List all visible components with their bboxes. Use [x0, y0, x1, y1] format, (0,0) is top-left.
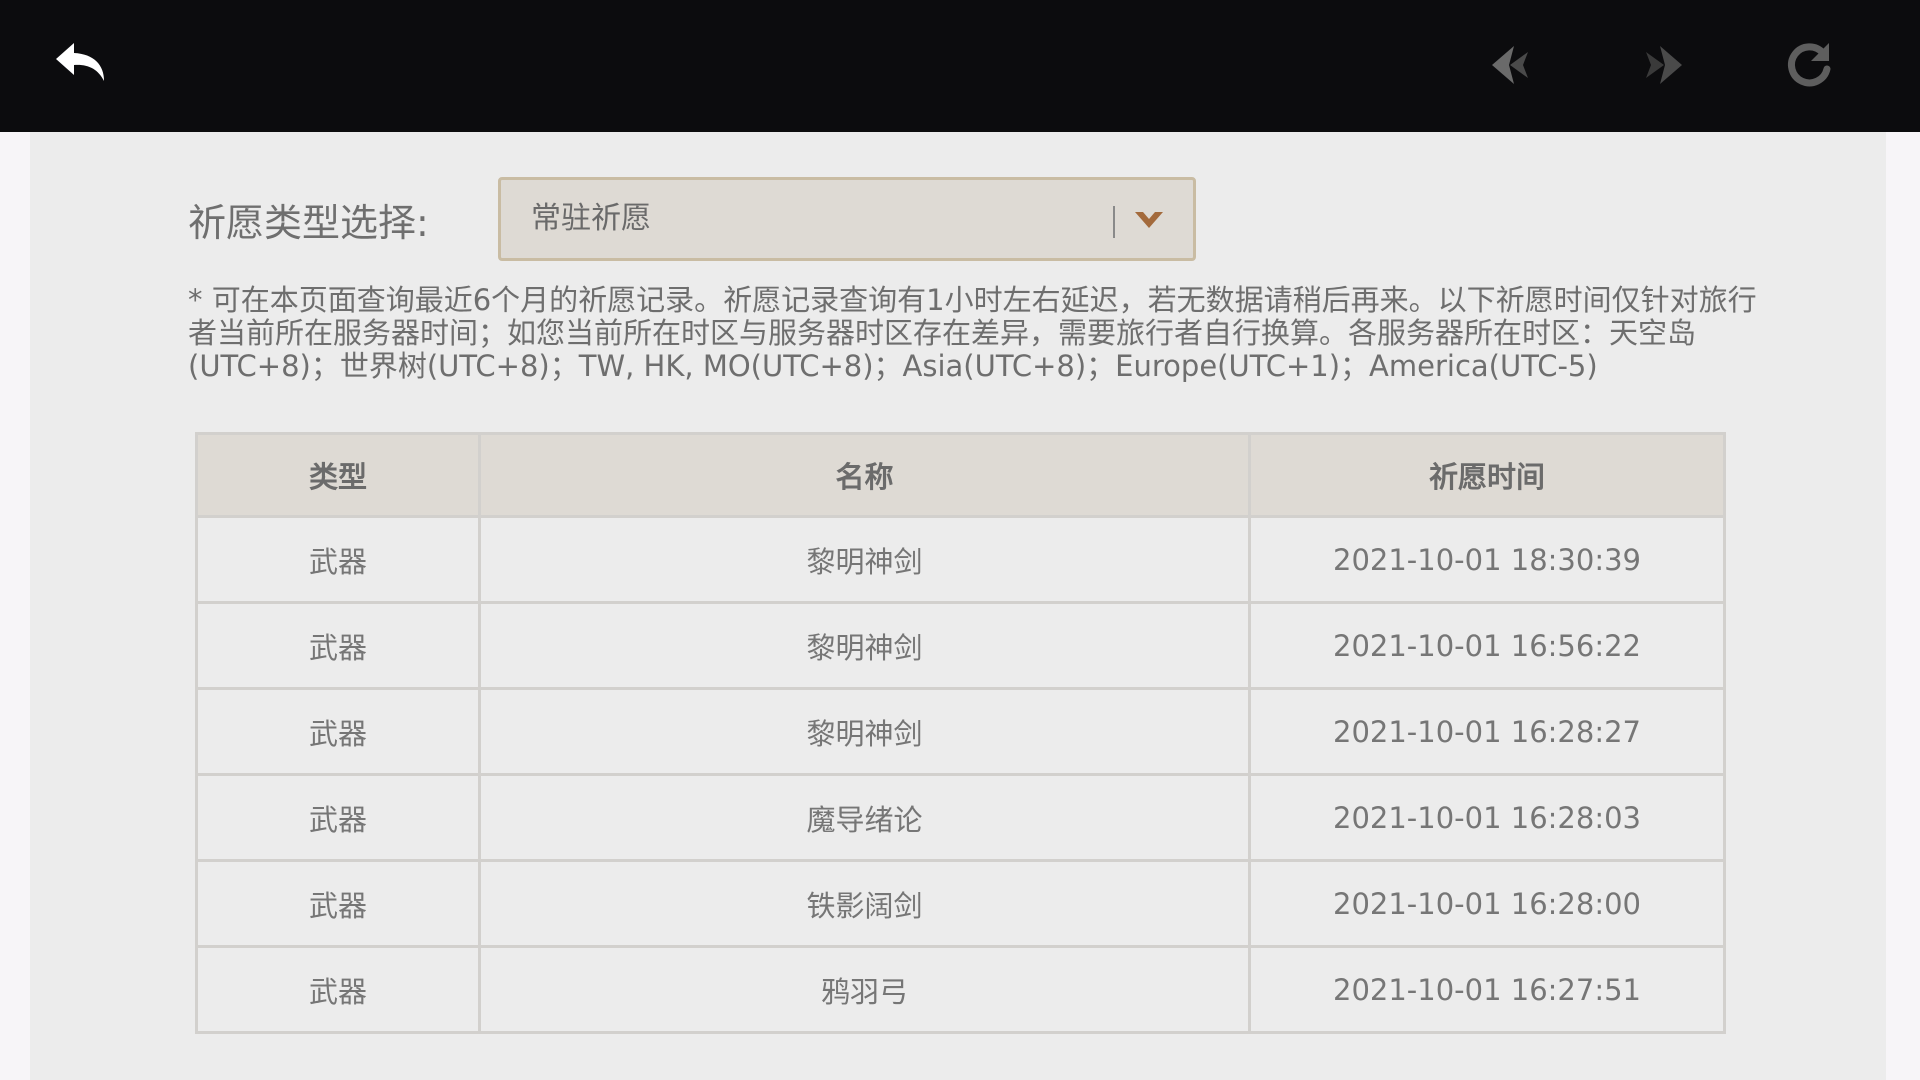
- cell-type: 武器: [195, 515, 481, 604]
- table-row: 武器 魔导绪论 2021-10-01 16:28:03: [195, 773, 1726, 862]
- cell-time: 2021-10-01 16:28:27: [1248, 687, 1726, 776]
- cell-time: 2021-10-01 16:56:22: [1248, 601, 1726, 690]
- table-row: 武器 鸦羽弓 2021-10-01 16:27:51: [195, 945, 1726, 1034]
- cell-type: 武器: [195, 859, 481, 948]
- wish-type-label: 祈愿类型选择:: [188, 200, 429, 245]
- table-row: 武器 黎明神剑 2021-10-01 16:28:27: [195, 687, 1726, 776]
- cell-name: 黎明神剑: [478, 601, 1251, 690]
- table-row: 武器 黎明神剑 2021-10-01 16:56:22: [195, 601, 1726, 690]
- cell-time: 2021-10-01 16:27:51: [1248, 945, 1726, 1034]
- top-bar: [0, 0, 1920, 132]
- nav-forward-icon: [1646, 46, 1682, 84]
- cell-name: 黎明神剑: [478, 687, 1251, 776]
- back-button[interactable]: [48, 30, 118, 100]
- cell-type: 武器: [195, 601, 481, 690]
- column-header-time: 祈愿时间: [1248, 432, 1726, 518]
- cell-type: 武器: [195, 773, 481, 862]
- refresh-button[interactable]: [1774, 30, 1844, 100]
- table-header-row: 类型 名称 祈愿时间: [195, 432, 1726, 518]
- cell-name: 铁影阔剑: [478, 859, 1251, 948]
- query-notice: * 可在本页面查询最近6个月的祈愿记录。祈愿记录查询有1小时左右延迟，若无数据请…: [188, 283, 1757, 383]
- cell-name: 鸦羽弓: [478, 945, 1251, 1034]
- cell-name: 黎明神剑: [478, 515, 1251, 604]
- column-header-type: 类型: [195, 432, 481, 518]
- nav-back-icon: [1492, 46, 1528, 84]
- cell-time: 2021-10-01 16:28:03: [1248, 773, 1726, 862]
- content-panel: 祈愿类型选择: 常驻祈愿 * 可在本页面查询最近6个月的祈愿记录。祈愿记录查询有…: [30, 132, 1886, 1080]
- cell-time: 2021-10-01 18:30:39: [1248, 515, 1726, 604]
- cell-name: 魔导绪论: [478, 773, 1251, 862]
- column-header-name: 名称: [478, 432, 1251, 518]
- wish-type-select[interactable]: 常驻祈愿: [498, 177, 1196, 261]
- select-divider: [1113, 206, 1115, 238]
- table-row: 武器 黎明神剑 2021-10-01 18:30:39: [195, 515, 1726, 604]
- wish-history-table: 类型 名称 祈愿时间 武器 黎明神剑 2021-10-01 18:30:39 武…: [195, 432, 1726, 1034]
- wish-type-filter: 祈愿类型选择: 常驻祈愿: [188, 174, 1196, 264]
- refresh-icon: [1788, 43, 1831, 87]
- chevron-down-icon: [1135, 212, 1163, 228]
- cell-type: 武器: [195, 945, 481, 1034]
- nav-back-button[interactable]: [1478, 30, 1548, 100]
- table-row: 武器 铁影阔剑 2021-10-01 16:28:00: [195, 859, 1726, 948]
- nav-forward-button[interactable]: [1626, 30, 1696, 100]
- back-arrow-icon: [56, 43, 104, 81]
- cell-type: 武器: [195, 687, 481, 776]
- selected-wish-type: 常驻祈愿: [531, 201, 651, 236]
- cell-time: 2021-10-01 16:28:00: [1248, 859, 1726, 948]
